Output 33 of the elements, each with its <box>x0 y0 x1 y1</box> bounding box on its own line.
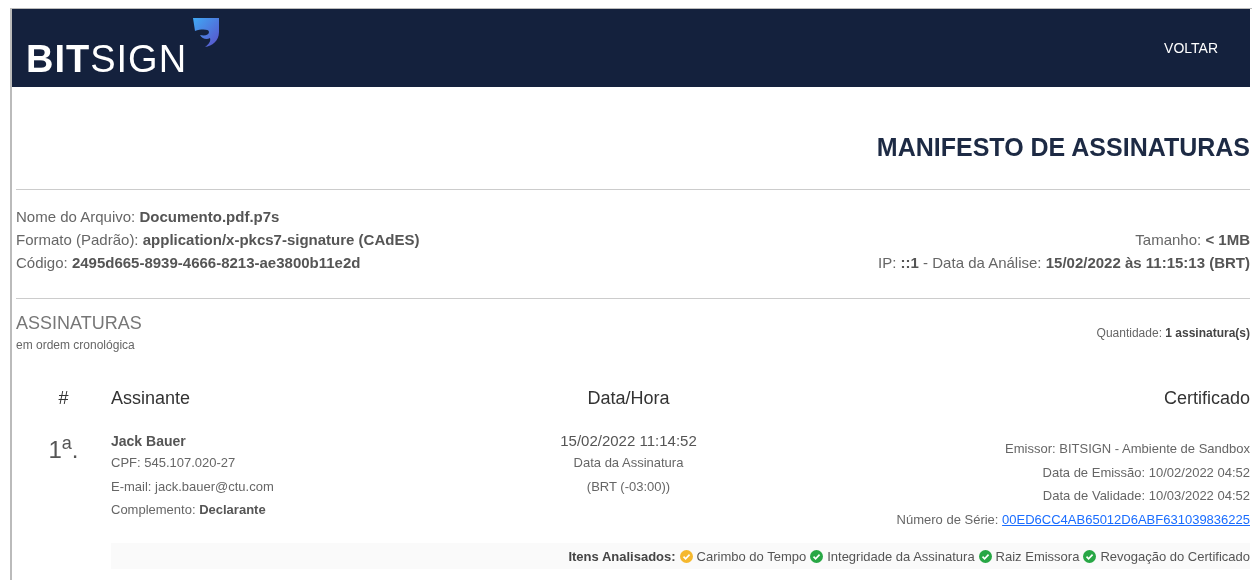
signature-number: 1$^{a}$. <box>47 432 80 464</box>
section-subheading: em ordem cronológica <box>16 338 136 352</box>
signature-count: Quantidade: 1 assinatura(s) <box>1096 325 1250 340</box>
signer-detail: E-mail: jack.bauer@ctu.com <box>111 477 274 496</box>
signature-datetime: 15/02/2022 11:14:52 <box>560 431 697 451</box>
column-header: Certificado <box>1162 388 1250 410</box>
file-info-line: Nome do Arquivo: Documento.pdf.p7s <box>16 207 280 227</box>
column-header: Data/Hora <box>586 388 671 410</box>
signer-detail: CPF: 545.107.020-27 <box>111 454 236 472</box>
check-label: Carimbo do Tempo <box>696 548 807 564</box>
certificate-detail: Data de Emissão: 10/02/2022 04:52 <box>1042 463 1250 482</box>
timezone: (BRT (-03:00)) <box>586 477 671 496</box>
certificate-detail: Emissor: BITSIGN - Ambiente de Sandbox <box>1005 440 1250 458</box>
check-label: Revogação do Certificado <box>1100 548 1250 564</box>
page-title: MANIFESTO DE ASSINATURAS <box>875 132 1250 163</box>
column-header: # <box>57 388 70 410</box>
certificate-detail: Data de Validade: 10/03/2022 04:52 <box>1042 487 1250 505</box>
section-heading: ASSINATURAS <box>16 313 142 334</box>
file-info-line: Formato (Padrão): application/x-pkcs7-signature (CAdES) <box>16 230 420 250</box>
column-header: Assinante <box>111 388 192 410</box>
serial-number: Número de Série: 00ED6CC4AB65012D6ABF631039836225 <box>896 510 1250 529</box>
check-label: Integridade da Assinatura <box>827 548 975 564</box>
file-info-line: Tamanho: < 1MB <box>1135 230 1250 250</box>
serial-link[interactable]: 00ED6CC4AB65012D6ABF631039836225 <box>1002 511 1250 527</box>
logo-text: BITSIGN <box>26 37 188 81</box>
back-link[interactable]: VOLTAR <box>1164 40 1218 56</box>
check-label: Raiz Emissora <box>995 548 1080 564</box>
signer-name: Jack Bauer <box>111 432 186 451</box>
file-info-line: Código: 2495d665-8939-4666-8213-ae3800b11e2d <box>16 253 361 273</box>
signer-detail: Complemento: Declarante <box>111 501 266 519</box>
file-info-line: IP: ::1 - Data da Análise: 15/02/2022 às 11:15:13 (BRT) <box>878 253 1250 273</box>
date-label: Data da Assinatura <box>573 454 684 472</box>
checks-label: Itens Analisados: <box>568 548 676 564</box>
